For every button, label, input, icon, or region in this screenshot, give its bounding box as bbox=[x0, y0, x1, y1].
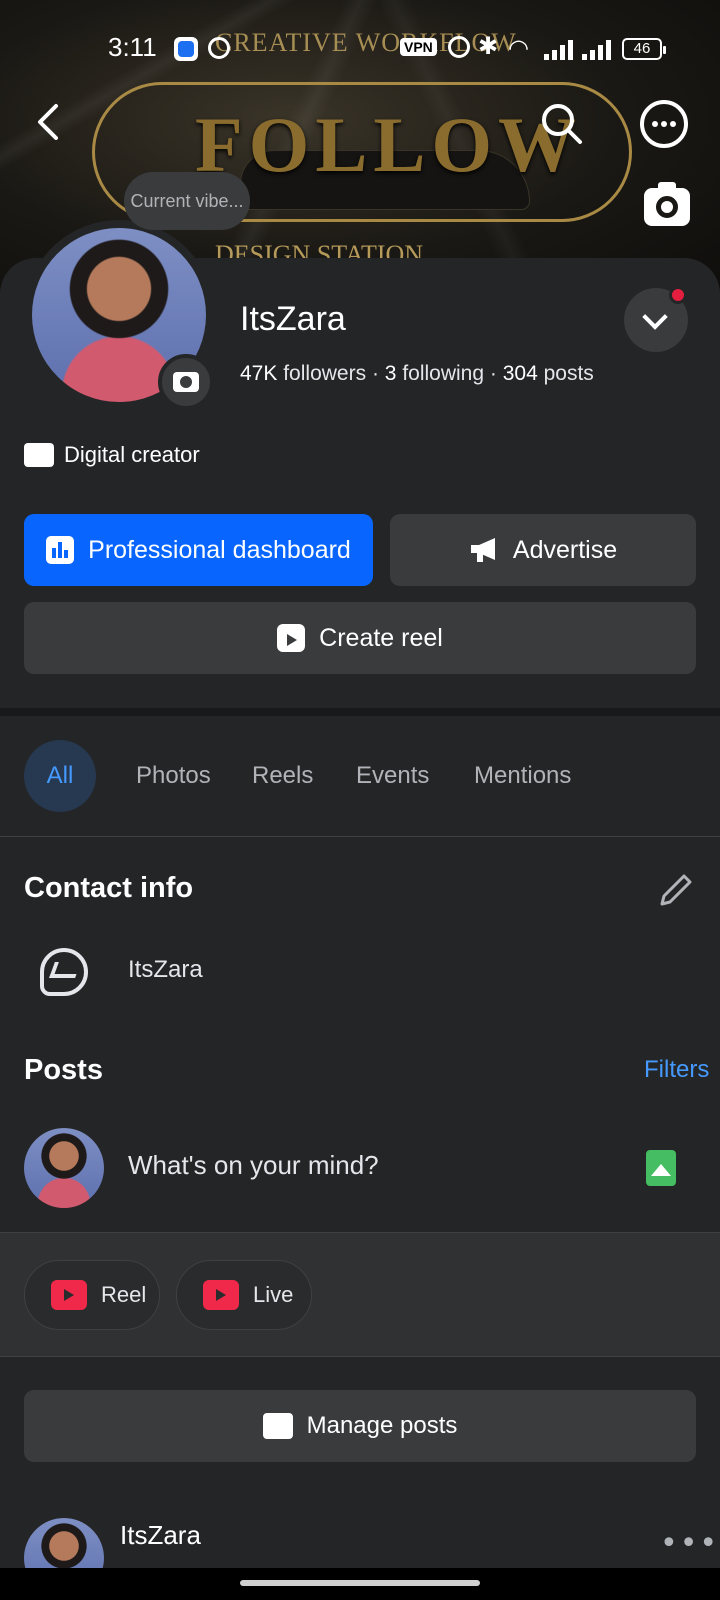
video-camera-icon bbox=[203, 1280, 239, 1310]
alarm-icon bbox=[448, 36, 470, 58]
whats-on-your-mind-input[interactable]: What's on your mind? bbox=[128, 1150, 379, 1181]
following-label: following bbox=[402, 362, 485, 385]
home-indicator[interactable] bbox=[240, 1580, 480, 1586]
tab-photos[interactable]: Photos bbox=[136, 740, 211, 812]
edit-avatar-camera-icon[interactable] bbox=[158, 354, 214, 410]
tab-all[interactable]: All bbox=[24, 740, 96, 812]
more-options-icon[interactable] bbox=[640, 100, 688, 148]
profile-category: Digital creator bbox=[24, 440, 200, 470]
vpn-icon: VPN bbox=[400, 38, 437, 56]
edit-cover-camera-icon[interactable] bbox=[644, 182, 690, 226]
manage-posts-icon bbox=[262, 1413, 293, 1439]
photo-icon[interactable] bbox=[646, 1150, 676, 1186]
dashboard-label: Professional dashboard bbox=[88, 535, 351, 564]
section-separator bbox=[0, 708, 720, 716]
clapperboard-icon bbox=[24, 443, 54, 467]
tab-events[interactable]: Events bbox=[356, 740, 429, 812]
create-reel-label: Create reel bbox=[319, 623, 443, 652]
signal-icon bbox=[582, 40, 612, 60]
category-label: Digital creator bbox=[64, 442, 200, 467]
battery-icon: 46 bbox=[622, 38, 666, 60]
notification-dot bbox=[669, 286, 687, 304]
profile-stats[interactable]: 47K followers · 3 following · 304 posts bbox=[240, 362, 594, 386]
followers-label: followers bbox=[283, 362, 367, 385]
composer-avatar bbox=[24, 1128, 104, 1208]
posts-title: Posts bbox=[24, 1054, 103, 1086]
wifi-icon: ◠ bbox=[508, 34, 529, 62]
status-bar: 3:11 VPN ✱ ◠ 46 bbox=[0, 30, 720, 66]
signal-icon bbox=[544, 40, 574, 60]
professional-dashboard-button[interactable]: Professional dashboard bbox=[24, 514, 373, 586]
live-chip[interactable]: Live bbox=[176, 1260, 312, 1330]
manage-posts-label: Manage posts bbox=[306, 1412, 458, 1439]
back-arrow-icon[interactable] bbox=[28, 100, 72, 144]
post-more-icon[interactable]: ••• bbox=[660, 1526, 719, 1561]
posts-label: posts bbox=[543, 362, 594, 385]
advertise-button[interactable]: Advertise bbox=[390, 514, 696, 586]
megaphone-icon bbox=[470, 538, 495, 562]
messenger-icon bbox=[40, 948, 88, 996]
contact-info-title: Contact info bbox=[24, 872, 194, 904]
filters-link[interactable]: Filters bbox=[644, 1056, 709, 1084]
bluetooth-icon: ✱ bbox=[478, 32, 499, 60]
manage-posts-button[interactable]: Manage posts bbox=[24, 1390, 696, 1462]
advertise-label: Advertise bbox=[512, 535, 618, 564]
divider bbox=[0, 836, 720, 837]
cover-follow-text: FOLLOW bbox=[195, 101, 583, 188]
following-count: 3 bbox=[384, 362, 397, 385]
stats-separator: · bbox=[371, 362, 379, 385]
posts-count: 304 bbox=[502, 362, 538, 385]
pencil-icon[interactable] bbox=[656, 870, 696, 910]
post-author-name[interactable]: ItsZara bbox=[120, 1520, 201, 1551]
current-vibe-bubble[interactable]: Current vibe... bbox=[124, 172, 250, 230]
app-notification-icon bbox=[174, 37, 198, 61]
profile-name: ItsZara bbox=[240, 300, 346, 338]
divider bbox=[0, 1232, 720, 1233]
chart-icon bbox=[46, 536, 75, 564]
search-icon[interactable] bbox=[538, 100, 586, 148]
status-time: 3:11 bbox=[108, 32, 157, 62]
reel-chip[interactable]: Reel bbox=[24, 1260, 160, 1330]
followers-count: 47K bbox=[240, 362, 278, 385]
reel-icon bbox=[277, 624, 306, 652]
create-reel-button[interactable]: Create reel bbox=[24, 602, 696, 674]
reel-chip-label: Reel bbox=[101, 1282, 147, 1307]
chrome-icon bbox=[208, 37, 230, 59]
live-chip-label: Live bbox=[253, 1282, 294, 1307]
tab-mentions[interactable]: Mentions bbox=[474, 740, 571, 812]
reel-icon bbox=[51, 1280, 87, 1310]
divider bbox=[0, 1356, 720, 1357]
messenger-contact[interactable]: ItsZara bbox=[128, 956, 203, 984]
stats-separator: · bbox=[489, 362, 497, 385]
tab-reels[interactable]: Reels bbox=[252, 740, 313, 812]
